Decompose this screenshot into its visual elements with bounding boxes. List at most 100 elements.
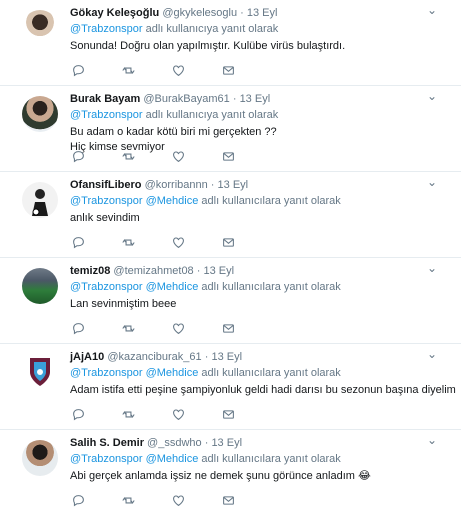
avatar[interactable] (22, 268, 58, 304)
message-icon[interactable] (222, 149, 272, 163)
reply-context: @Trabzonspor @Mehdice adlı kullanıcılara… (70, 279, 449, 295)
separator-dot: · (196, 265, 201, 277)
tweet-text: anlık sevindim (70, 212, 140, 224)
retweet-icon[interactable] (122, 149, 172, 163)
mention-link[interactable]: @Mehdice (146, 453, 199, 465)
tweet-actions (72, 407, 272, 421)
user-name[interactable]: Burak Bayam (70, 93, 140, 105)
tweet-text: Sonunda! Doğru olan yapılmıştır. Kulübe … (70, 40, 346, 52)
avatar[interactable] (22, 10, 58, 46)
reply-icon[interactable] (72, 149, 122, 163)
tweet-actions (72, 493, 272, 507)
tweet-actions (72, 149, 272, 163)
tweet: temiz08 @temizahmet08 · 13 Eyl ⌄ @Trabzo… (0, 258, 461, 344)
tweet-header: Gökay Keleşoğlu @gkykelesoglu · 13 Eyl (70, 6, 449, 21)
retweet-icon[interactable] (122, 63, 172, 77)
user-handle[interactable]: @korribannn (145, 179, 208, 191)
timestamp[interactable]: 13 Eyl (203, 265, 234, 277)
reply-icon[interactable] (72, 235, 122, 249)
chevron-down-icon[interactable]: ⌄ (427, 4, 437, 16)
separator-dot: · (240, 7, 244, 19)
mention-link[interactable]: @Trabzonspor (70, 453, 143, 465)
timestamp[interactable]: 13 Eyl (218, 179, 249, 191)
tweet-actions (72, 235, 272, 249)
user-name[interactable]: Gökay Keleşoğlu (70, 7, 159, 19)
reply-context: @Trabzonspor adlı kullanıcıya yanıt olar… (70, 107, 449, 123)
tweet-header: Burak Bayam @BurakBayam61 · 13 Eyl (70, 92, 449, 107)
avatar[interactable] (22, 182, 58, 218)
user-name[interactable]: Salih S. Demir (70, 437, 144, 449)
mention-link[interactable]: @Trabzonspor (70, 367, 143, 379)
separator-dot: · (204, 437, 209, 449)
user-handle[interactable]: @gkykelesoglu (162, 7, 237, 19)
separator-dot: · (232, 93, 237, 105)
message-icon[interactable] (222, 235, 272, 249)
timestamp[interactable]: 13 Eyl (211, 437, 242, 449)
chevron-down-icon[interactable]: ⌄ (427, 90, 437, 102)
user-name[interactable]: temiz08 (70, 265, 110, 277)
chevron-down-icon[interactable]: ⌄ (427, 176, 437, 188)
tweet: Gökay Keleşoğlu @gkykelesoglu · 13 Eyl ⌄… (0, 0, 461, 86)
retweet-icon[interactable] (122, 235, 172, 249)
chevron-down-icon[interactable]: ⌄ (427, 434, 437, 446)
separator-dot: · (210, 179, 215, 191)
mention-link[interactable]: @Trabzonspor (70, 281, 143, 293)
tweet: Salih S. Demir @_ssdwho · 13 Eyl ⌄ @Trab… (0, 430, 461, 516)
mention-link[interactable]: @Trabzonspor (70, 195, 143, 207)
message-icon[interactable] (222, 407, 272, 421)
mention-link[interactable]: @Mehdice (146, 367, 199, 379)
user-handle[interactable]: @kazanciburak_61 (107, 351, 201, 363)
like-icon[interactable] (172, 407, 222, 421)
message-icon[interactable] (222, 63, 272, 77)
tweet: Burak Bayam @BurakBayam61 · 13 Eyl ⌄ @Tr… (0, 86, 461, 172)
user-name[interactable]: OfansifLibero (70, 179, 142, 191)
user-handle[interactable]: @BurakBayam61 (143, 93, 229, 105)
retweet-icon[interactable] (122, 407, 172, 421)
message-icon[interactable] (222, 321, 272, 335)
timestamp[interactable]: 13 Eyl (240, 93, 271, 105)
reply-context-label: adlı kullanıcılara yanıt olarak (201, 281, 341, 293)
tweet-text: Adam istifa etti peşine şampiyonluk geld… (70, 384, 456, 396)
reply-context-label: adlı kullanıcılara yanıt olarak (201, 453, 341, 465)
retweet-icon[interactable] (122, 493, 172, 507)
user-name[interactable]: jAjA10 (70, 351, 104, 363)
tweet-header: jAjA10 @kazanciburak_61 · 13 Eyl (70, 350, 449, 365)
like-icon[interactable] (172, 493, 222, 507)
reply-icon[interactable] (72, 407, 122, 421)
reply-context-label: adlı kullanıcıya yanıt olarak (145, 109, 279, 121)
mention-link[interactable]: @Trabzonspor (70, 109, 143, 121)
reply-icon[interactable] (72, 321, 122, 335)
reply-context-label: adlı kullanıcıya yanıt olarak (145, 23, 279, 35)
tweet-header: OfansifLibero @korribannn · 13 Eyl (70, 178, 449, 193)
like-icon[interactable] (172, 63, 222, 77)
tweet: OfansifLibero @korribannn · 13 Eyl ⌄ @Tr… (0, 172, 461, 258)
user-handle[interactable]: @_ssdwho (147, 437, 202, 449)
reply-icon[interactable] (72, 63, 122, 77)
tweet-text: Lan sevinmiştim beee (70, 298, 177, 310)
reply-context: @Trabzonspor adlı kullanıcıya yanıt olar… (70, 21, 449, 37)
reply-context: @Trabzonspor @Mehdice adlı kullanıcılara… (70, 365, 449, 381)
avatar[interactable] (22, 440, 58, 476)
timestamp[interactable]: 13 Eyl (247, 7, 278, 19)
message-icon[interactable] (222, 493, 272, 507)
timestamp[interactable]: 13 Eyl (211, 351, 242, 363)
avatar[interactable] (22, 96, 58, 132)
reply-context-label: adlı kullanıcılara yanıt olarak (201, 367, 341, 379)
reply-icon[interactable] (72, 493, 122, 507)
mention-link[interactable]: @Trabzonspor (70, 23, 143, 35)
like-icon[interactable] (172, 321, 222, 335)
chevron-down-icon[interactable]: ⌄ (427, 348, 437, 360)
tweet-actions (72, 63, 272, 77)
reply-context-label: adlı kullanıcılara yanıt olarak (201, 195, 341, 207)
like-icon[interactable] (172, 235, 222, 249)
chevron-down-icon[interactable]: ⌄ (427, 262, 437, 274)
tweet: jAjA10 @kazanciburak_61 · 13 Eyl ⌄ @Trab… (0, 344, 461, 430)
mention-link[interactable]: @Mehdice (146, 281, 199, 293)
mention-link[interactable]: @Mehdice (146, 195, 199, 207)
avatar[interactable] (22, 354, 58, 390)
tweet-text: Abi gerçek anlamda işsiz ne demek şunu g… (70, 470, 371, 482)
like-icon[interactable] (172, 149, 222, 163)
retweet-icon[interactable] (122, 321, 172, 335)
tweet-list: Gökay Keleşoğlu @gkykelesoglu · 13 Eyl ⌄… (0, 0, 461, 516)
user-handle[interactable]: @temizahmet08 (113, 265, 193, 277)
